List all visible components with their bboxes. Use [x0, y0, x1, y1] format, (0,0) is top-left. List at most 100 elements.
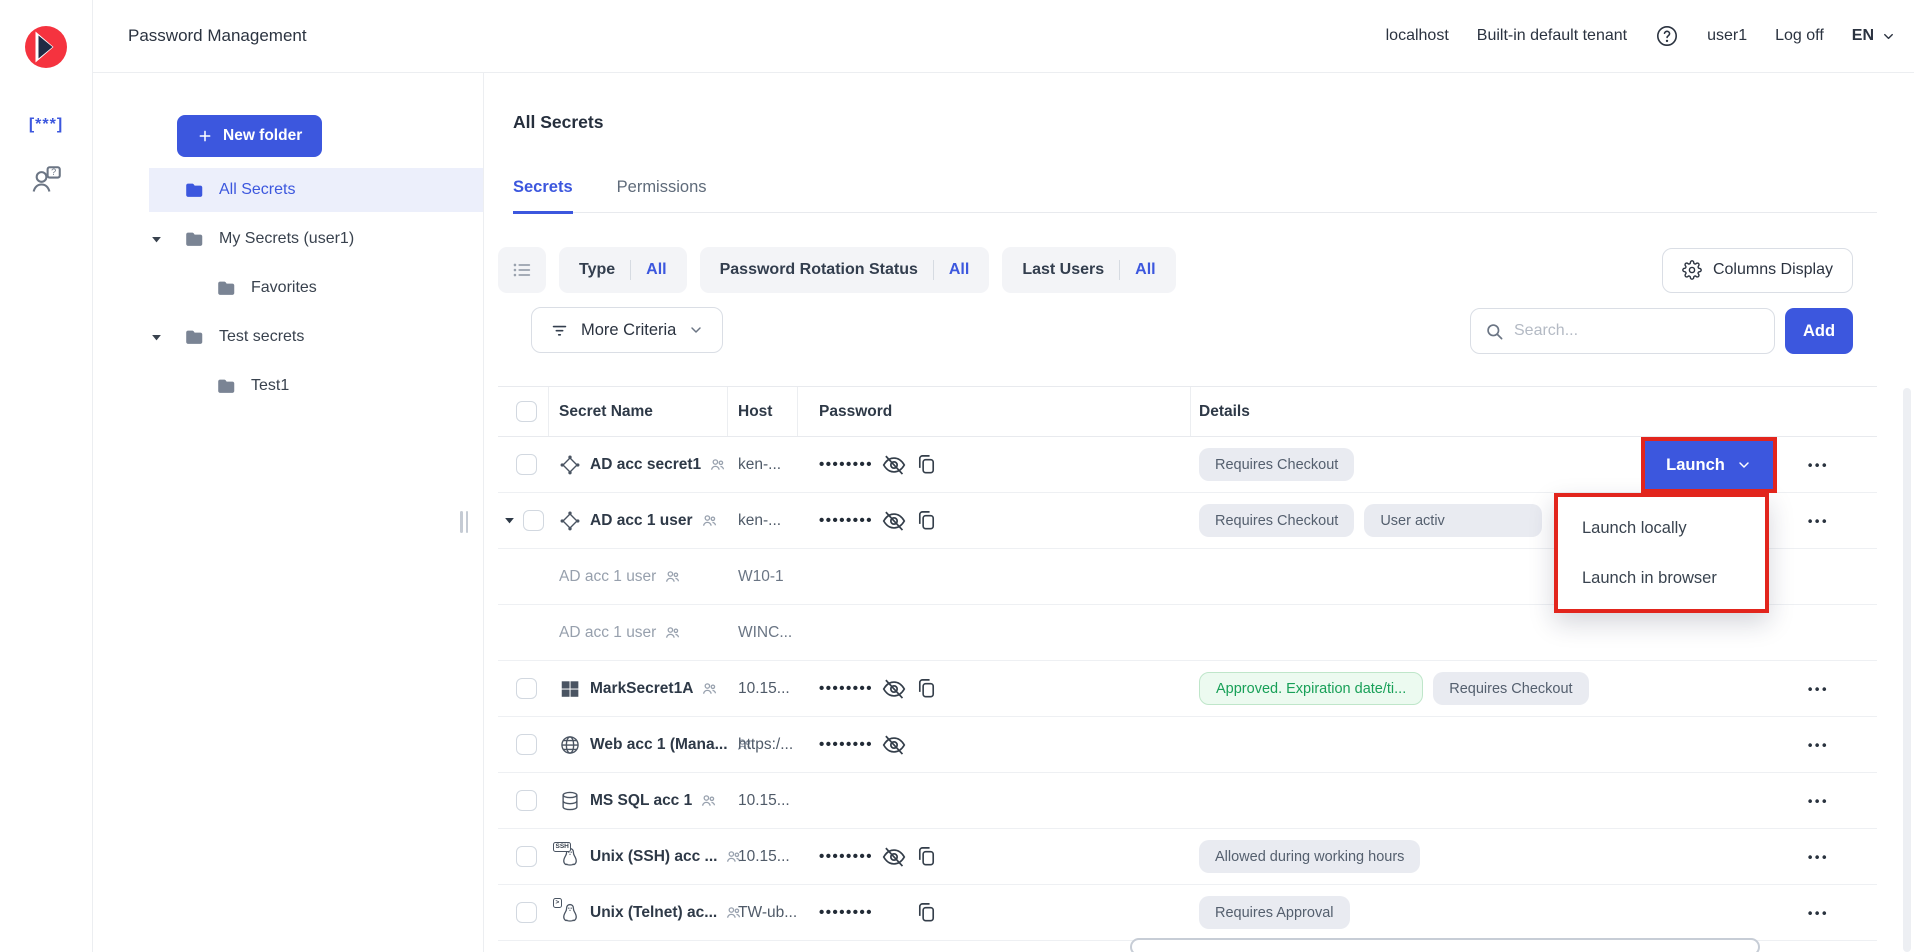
folder-label: Favorites: [251, 279, 317, 297]
filter-type[interactable]: Type All: [559, 247, 687, 293]
row-checkbox[interactable]: [516, 454, 537, 475]
sidebar-folder-item[interactable]: Test secrets: [149, 315, 483, 359]
reveal-password-icon[interactable]: [881, 844, 907, 870]
row-checkbox[interactable]: [516, 790, 537, 811]
folder-icon: [215, 277, 237, 299]
sidebar-folder-item[interactable]: Test1: [181, 364, 483, 408]
column-header-host: Host: [728, 387, 798, 436]
status-badge: Requires Checkout: [1199, 448, 1354, 481]
caret-down-icon[interactable]: [149, 232, 164, 247]
table-row: MarkSecret1A10.15...••••••••Approved. Ex…: [498, 661, 1877, 717]
left-icon-rail: [***] ?: [0, 0, 93, 952]
folder-sidebar: New folder All Secrets My Secrets (user1)…: [93, 73, 483, 952]
folder-tree: All Secrets My Secrets (user1) Favorites Te…: [93, 168, 483, 413]
tab-permissions[interactable]: Permissions: [617, 178, 707, 212]
secret-name[interactable]: Web acc 1 (Mana...: [590, 736, 728, 754]
status-badge: Requires Checkout: [1433, 672, 1588, 705]
secret-name[interactable]: AD acc 1 user: [559, 624, 656, 642]
reveal-password-icon[interactable]: [881, 732, 907, 758]
host-value: 10.15...: [738, 848, 790, 866]
help-icon[interactable]: [1655, 24, 1679, 48]
password-mask: ••••••••: [819, 456, 881, 473]
row-more-button[interactable]: •••: [1808, 849, 1829, 864]
sidebar-folder-item[interactable]: Favorites: [181, 266, 483, 310]
row-checkbox[interactable]: [516, 734, 537, 755]
filter-last-users[interactable]: Last Users All: [1002, 247, 1175, 293]
logoff-link[interactable]: Log off: [1775, 27, 1824, 45]
caret-down-icon[interactable]: [149, 330, 164, 345]
reveal-password-icon[interactable]: [881, 452, 907, 478]
row-more-button[interactable]: •••: [1808, 513, 1829, 528]
copy-password-icon[interactable]: [915, 453, 938, 476]
columns-display-button[interactable]: Columns Display: [1662, 248, 1853, 293]
row-more-button[interactable]: •••: [1808, 457, 1829, 472]
host-value: https:/...: [738, 736, 793, 754]
row-checkbox[interactable]: [516, 902, 537, 923]
globe-icon: [559, 734, 581, 756]
menu-item-launch-in-browser[interactable]: Launch in browser: [1558, 553, 1765, 603]
copy-password-icon[interactable]: [915, 845, 938, 868]
row-checkbox[interactable]: [516, 846, 537, 867]
row-more-button[interactable]: •••: [1808, 793, 1829, 808]
folder-label: My Secrets (user1): [219, 230, 354, 248]
filter-last-users-label: Last Users: [1022, 261, 1104, 279]
table-row: Web acc 1 (Mana...https:/...•••••••••••: [498, 717, 1877, 773]
folder-icon: [183, 326, 205, 348]
tab-secrets[interactable]: Secrets: [513, 178, 573, 214]
username-label[interactable]: user1: [1707, 27, 1747, 45]
secret-name[interactable]: AD acc 1 user: [559, 568, 656, 586]
people-icon: [664, 568, 681, 585]
sidebar-folder-item[interactable]: All Secrets: [149, 168, 483, 212]
row-more-button[interactable]: •••: [1808, 737, 1829, 752]
language-selector[interactable]: EN: [1852, 27, 1896, 45]
table-row: AD acc 1 userWINC...: [498, 605, 1877, 661]
ad-icon: [559, 510, 581, 532]
list-view-button[interactable]: [498, 247, 546, 293]
filter-type-label: Type: [579, 261, 615, 279]
horizontal-scrollbar[interactable]: [1130, 938, 1760, 952]
host-value: TW-ub...: [738, 904, 797, 922]
people-icon: [701, 512, 718, 529]
row-more-button[interactable]: •••: [1808, 905, 1829, 920]
select-all-checkbox[interactable]: [516, 401, 537, 422]
passwords-nav-icon[interactable]: [***]: [0, 116, 92, 134]
telnet-icon: >: [559, 902, 581, 924]
filter-rotation-status[interactable]: Password Rotation Status All: [700, 247, 990, 293]
chevron-down-icon: [688, 322, 704, 338]
secret-name[interactable]: MS SQL acc 1: [590, 792, 692, 810]
row-more-button[interactable]: •••: [1808, 681, 1829, 696]
new-folder-button[interactable]: New folder: [177, 115, 322, 157]
copy-password-icon[interactable]: [915, 677, 938, 700]
add-button[interactable]: Add: [1785, 308, 1853, 354]
people-icon: [664, 624, 681, 641]
search-input[interactable]: [1514, 322, 1760, 340]
reveal-password-icon[interactable]: [881, 508, 907, 534]
sidebar-resize-handle[interactable]: [460, 511, 471, 533]
secret-name[interactable]: MarkSecret1A: [590, 680, 693, 698]
host-value: W10-1: [738, 568, 784, 586]
secret-name[interactable]: AD acc secret1: [590, 456, 701, 474]
status-badge: Allowed during working hours: [1199, 840, 1420, 873]
folder-icon: [183, 179, 205, 201]
row-checkbox[interactable]: [523, 510, 544, 531]
reveal-password-icon[interactable]: [881, 676, 907, 702]
menu-item-launch-locally[interactable]: Launch locally: [1558, 503, 1765, 553]
table-row: MS SQL acc 110.15...•••: [498, 773, 1877, 829]
folder-label: All Secrets: [219, 181, 295, 199]
page-title: All Secrets: [513, 112, 603, 133]
ad-icon: [559, 454, 581, 476]
user-help-nav-icon[interactable]: ?: [30, 163, 64, 197]
sidebar-folder-item[interactable]: My Secrets (user1): [149, 217, 483, 261]
launch-button[interactable]: Launch: [1645, 441, 1773, 489]
copy-password-icon[interactable]: [915, 901, 938, 924]
row-checkbox[interactable]: [516, 678, 537, 699]
row-expand-caret-icon[interactable]: [502, 513, 517, 528]
secret-name[interactable]: Unix (SSH) acc ...: [590, 848, 717, 866]
secret-name[interactable]: Unix (Telnet) ac...: [590, 904, 717, 922]
more-criteria-button[interactable]: More Criteria: [531, 307, 723, 353]
language-label: EN: [1852, 27, 1874, 45]
vertical-scrollbar[interactable]: [1903, 388, 1911, 952]
folder-label: Test secrets: [219, 328, 304, 346]
copy-password-icon[interactable]: [915, 509, 938, 532]
secret-name[interactable]: AD acc 1 user: [590, 512, 693, 530]
